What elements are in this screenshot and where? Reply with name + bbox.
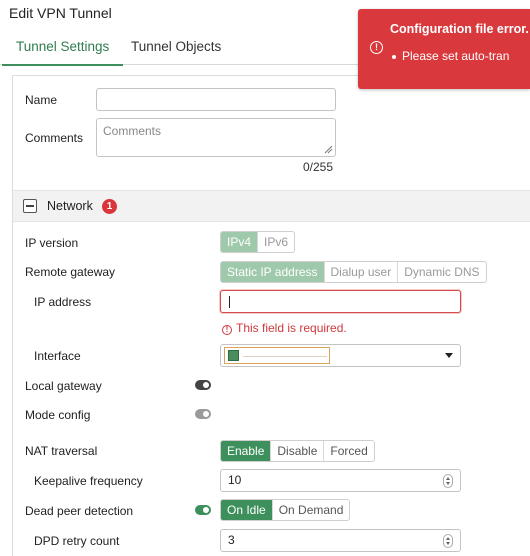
static-ip-option[interactable]: Static IP address bbox=[221, 262, 325, 282]
nat-traversal-label: NAT traversal bbox=[25, 444, 98, 458]
tab-tunnel-objects[interactable]: Tunnel Objects bbox=[117, 28, 235, 65]
interface-value bbox=[243, 356, 327, 357]
collapse-icon[interactable] bbox=[23, 199, 37, 213]
dead-peer-detection-toggle[interactable] bbox=[195, 505, 211, 515]
name-label: Name bbox=[25, 93, 58, 107]
error-toast[interactable]: ! Configuration file error. Please set a… bbox=[358, 9, 530, 89]
network-section-title: Network bbox=[47, 199, 93, 213]
spinner-icon[interactable] bbox=[443, 474, 453, 488]
nat-disable-option[interactable]: Disable bbox=[271, 441, 325, 461]
interface-select[interactable] bbox=[220, 344, 461, 367]
ip-version-toggle[interactable]: IPv4 IPv6 bbox=[220, 231, 296, 253]
on-idle-option[interactable]: On Idle bbox=[221, 500, 273, 520]
ip-address-input[interactable] bbox=[220, 290, 461, 313]
port-icon bbox=[228, 350, 239, 361]
toast-title: Configuration file error. bbox=[390, 22, 529, 36]
mode-config-toggle[interactable] bbox=[195, 409, 211, 419]
keepalive-frequency-input[interactable]: 10 bbox=[220, 469, 461, 492]
ip-address-error-text: This field is required. bbox=[236, 321, 347, 335]
comments-counter: 0/255 bbox=[303, 160, 334, 174]
text-caret bbox=[229, 296, 230, 308]
interface-chip bbox=[224, 347, 330, 364]
tab-tunnel-settings[interactable]: Tunnel Settings bbox=[2, 28, 124, 66]
ip-address-label: IP address bbox=[34, 295, 92, 309]
alert-icon: ! bbox=[370, 41, 383, 54]
nat-traversal-toggle[interactable]: Enable Disable Forced bbox=[220, 440, 375, 462]
toast-message: Please set auto-tran bbox=[391, 49, 510, 63]
error-icon: ! bbox=[222, 325, 232, 335]
chevron-down-icon[interactable] bbox=[445, 353, 453, 358]
error-count-badge: 1 bbox=[102, 199, 117, 214]
dpd-retry-count-input[interactable]: 3 bbox=[220, 529, 461, 552]
ipv4-option[interactable]: IPv4 bbox=[221, 232, 259, 252]
mode-config-label: Mode config bbox=[25, 408, 91, 422]
dialup-user-option[interactable]: Dialup user bbox=[325, 262, 399, 282]
keepalive-frequency-value: 10 bbox=[228, 473, 242, 487]
ip-address-error: ! This field is required. bbox=[222, 321, 347, 335]
nat-enable-option[interactable]: Enable bbox=[221, 441, 272, 461]
network-section-header[interactable]: Network 1 bbox=[13, 190, 530, 222]
resize-grip-icon[interactable] bbox=[324, 145, 333, 154]
local-gateway-toggle[interactable] bbox=[195, 380, 211, 390]
dead-peer-detection-label: Dead peer detection bbox=[25, 504, 134, 518]
name-input[interactable] bbox=[96, 88, 336, 111]
remote-gateway-toggle[interactable]: Static IP address Dialup user Dynamic DN… bbox=[220, 261, 487, 283]
on-demand-option[interactable]: On Demand bbox=[273, 500, 350, 520]
dynamic-dns-option[interactable]: Dynamic DNS bbox=[398, 262, 485, 282]
interface-label: Interface bbox=[34, 349, 81, 363]
dpd-retry-count-value: 3 bbox=[228, 533, 235, 547]
dialog-title: Edit VPN Tunnel bbox=[9, 5, 112, 18]
dpd-mode-toggle[interactable]: On Idle On Demand bbox=[220, 499, 351, 521]
comments-label: Comments bbox=[25, 131, 84, 145]
ipv6-option[interactable]: IPv6 bbox=[258, 232, 294, 252]
comments-textarea[interactable] bbox=[96, 118, 336, 157]
nat-forced-option[interactable]: Forced bbox=[324, 441, 373, 461]
spinner-icon[interactable] bbox=[443, 534, 453, 548]
dpd-retry-count-label: DPD retry count bbox=[34, 534, 120, 548]
local-gateway-label: Local gateway bbox=[25, 379, 102, 393]
settings-panel: Name Comments 0/255 Network 1 IP version… bbox=[12, 75, 530, 556]
remote-gateway-label: Remote gateway bbox=[25, 265, 116, 279]
ip-version-label: IP version bbox=[25, 236, 79, 250]
keepalive-frequency-label: Keepalive frequency bbox=[34, 474, 143, 488]
